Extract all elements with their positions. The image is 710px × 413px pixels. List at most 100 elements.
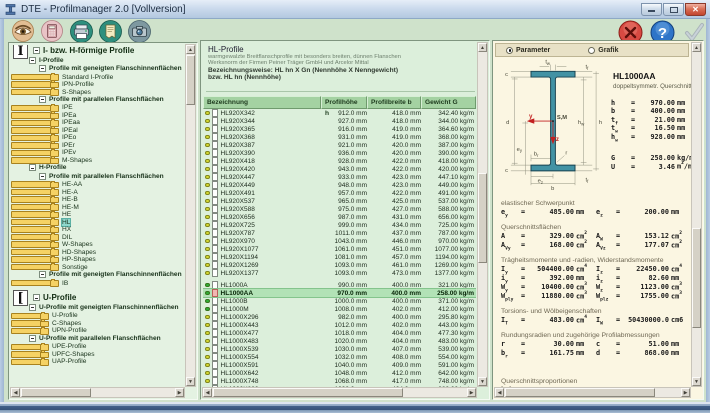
tree-horizontal-scrollbar[interactable]: ◀ ▶ xyxy=(10,387,185,398)
tree-item-u-profile-mit-parallelen-flanschfl-chen[interactable]: U-Profile mit parallelen Flanschflächen xyxy=(11,334,184,342)
profile-row-hl1000x591[interactable]: HL1000X5911040.0 mm409.0 mm591.00 kg/m xyxy=(203,361,476,369)
scroll-left-icon[interactable]: ◀ xyxy=(11,388,20,397)
profile-row-hl920x344[interactable]: HL920X344927.0 mm418.0 mm344.00 kg/m xyxy=(203,117,476,125)
profile-row-hl920x1077[interactable]: HL920X10771061.0 mm451.0 mm1077.00 kg/m xyxy=(203,245,476,253)
tree-item-he-m[interactable]: HE-M xyxy=(11,204,51,211)
tree-item-hp-shapes[interactable]: HP-Shapes xyxy=(11,256,51,263)
tree-item-i-bzw-h-f-rmige-profile[interactable]: II- bzw. H-förmige Profile xyxy=(11,45,184,56)
profile-row-hl920x449[interactable]: HL920X449948.0 mm423.0 mm449.00 kg/m xyxy=(203,181,476,189)
list-vertical-scrollbar[interactable]: ▲ ▼ xyxy=(477,42,488,387)
tree-item-i-profile[interactable]: I-Profile xyxy=(11,56,184,64)
column-header-profilhoehe[interactable]: Profilhöhe h xyxy=(321,96,367,109)
scroll-thumb[interactable] xyxy=(505,388,655,397)
profile-row-hl920x420[interactable]: HL920X420943.0 mm422.0 mm420.00 kg/m xyxy=(203,165,476,173)
tree-item-profile-mit-geneigten-flanschinnenfl-chen[interactable]: Profile mit geneigten Flanschinnenfläche… xyxy=(11,64,184,72)
scroll-left-icon[interactable]: ◀ xyxy=(495,388,504,397)
profile-row-hl920x491[interactable]: HL920X491957.0 mm422.0 mm491.00 kg/m xyxy=(203,189,476,197)
tree-item-profile-mit-geneigten-flanschinnenfl-chen[interactable]: Profile mit geneigten Flanschinnenfläche… xyxy=(11,270,184,278)
tree-item-uap-profile[interactable]: UAP-Profile xyxy=(11,359,41,366)
tree-item-dil[interactable]: DIL xyxy=(11,234,51,241)
maximize-button[interactable] xyxy=(663,3,684,16)
scroll-right-icon[interactable]: ▶ xyxy=(681,388,690,397)
profile-row-hl1000x539[interactable]: HL1000X5391030.0 mm407.0 mm539.00 kg/m xyxy=(203,345,476,353)
close-button[interactable]: ✕ xyxy=(685,3,706,16)
scroll-thumb[interactable] xyxy=(186,55,195,105)
expander-minus-icon[interactable] xyxy=(29,335,36,342)
profile-row-hl920x588[interactable]: HL920X588975.0 mm427.0 mm588.00 kg/m xyxy=(203,205,476,213)
tree-item-h-profile[interactable]: H-Profile xyxy=(11,164,184,172)
scroll-thumb[interactable] xyxy=(692,228,701,328)
tree-item-he-b[interactable]: HE-B xyxy=(11,196,51,203)
profile-row-hl920x656[interactable]: HL920X656987.0 mm431.0 mm656.00 kg/m xyxy=(203,213,476,221)
profile-row-hl1000x642[interactable]: HL1000X6421048.0 mm412.0 mm642.00 kg/m xyxy=(203,369,476,377)
profile-row-hl920x725[interactable]: HL920X725999.0 mm434.0 mm725.00 kg/m xyxy=(203,221,476,229)
tree-item-he[interactable]: HE xyxy=(11,211,51,218)
scroll-right-icon[interactable]: ▶ xyxy=(175,388,184,397)
profile-row-hl920x387[interactable]: HL920X387921.0 mm420.0 mm387.00 kg/m xyxy=(203,141,476,149)
profile-row-hl1000a[interactable]: HL1000A990.0 mm400.0 mm321.00 kg/m xyxy=(203,281,476,289)
detail-vertical-scrollbar[interactable]: ▲ ▼ xyxy=(691,42,702,387)
profile-row-hl920x970[interactable]: HL920X9701043.0 mm446.0 mm970.00 kg/m xyxy=(203,237,476,245)
tree-item-profile-mit-parallelen-flanschfl-chen[interactable]: Profile mit parallelen Flanschflächen xyxy=(11,172,184,180)
view-button[interactable] xyxy=(12,20,34,42)
profile-row-hl1000x296[interactable]: HL1000X296982.0 mm400.0 mm295.80 kg/m xyxy=(203,313,476,321)
expander-minus-icon[interactable] xyxy=(39,65,46,72)
column-header-profilbreite[interactable]: Profilbreite b xyxy=(367,96,421,109)
tree-item-ipev[interactable]: IPEv xyxy=(11,150,51,157)
scroll-up-icon[interactable]: ▲ xyxy=(478,43,487,52)
profile-row-hl920x537[interactable]: HL920X537965.0 mm425.0 mm537.00 kg/m xyxy=(203,197,476,205)
scroll-left-icon[interactable]: ◀ xyxy=(203,388,212,397)
tree-item-profile-mit-parallelen-flanschfl-chen[interactable]: Profile mit parallelen Flanschflächen xyxy=(11,95,184,103)
cancel-button[interactable] xyxy=(618,20,640,42)
expander-minus-icon[interactable] xyxy=(33,47,40,54)
tree-item-upfc-shapes[interactable]: UPFC-Shapes xyxy=(11,351,41,358)
tree-item-ipea[interactable]: IPEa xyxy=(11,112,51,119)
expander-minus-icon[interactable] xyxy=(33,294,40,301)
profile-row-hl1000aa[interactable]: HL1000AA970.0 mm400.0 mm258.00 kg/m xyxy=(203,289,476,297)
print-button[interactable] xyxy=(70,20,92,42)
tree-item-ipeo[interactable]: IPEo xyxy=(11,135,51,142)
tree-item-hd-shapes[interactable]: HD-Shapes xyxy=(11,249,51,256)
scroll-thumb[interactable] xyxy=(478,173,487,263)
tree-item-ipeal[interactable]: IPEal xyxy=(11,127,51,134)
scroll-up-icon[interactable]: ▲ xyxy=(186,45,195,54)
expander-minus-icon[interactable] xyxy=(29,304,36,311)
expander-minus-icon[interactable] xyxy=(39,271,46,278)
scroll-thumb[interactable] xyxy=(21,388,91,397)
tree-item-ipn-profile[interactable]: IPN-Profile xyxy=(11,81,51,88)
calculator-button[interactable] xyxy=(41,20,63,42)
tree-item-u-profile-mit-geneigten-flanschinnenfl-chen[interactable]: U-Profile mit geneigten Flanschinnenfläc… xyxy=(11,303,184,311)
tree-item-upe-profile[interactable]: UPE-Profile xyxy=(11,344,41,351)
scroll-down-icon[interactable]: ▼ xyxy=(478,377,487,386)
column-header-gewicht[interactable]: Gewicht G xyxy=(421,96,476,109)
tree-item-w-shapes[interactable]: W-Shapes xyxy=(11,241,51,248)
tree-item-standard-i-profile[interactable]: Standard I-Profile xyxy=(11,74,51,81)
profile-row-hl1000x748[interactable]: HL1000X7481068.0 mm417.0 mm748.00 kg/m xyxy=(203,377,476,385)
tree-item-u-profile[interactable]: U-Profile xyxy=(11,313,41,320)
tree-item-hx[interactable]: HX xyxy=(11,226,51,233)
profile-row-hl920x365[interactable]: HL920X365916.0 mm419.0 mm364.60 kg/m xyxy=(203,125,476,133)
scroll-down-icon[interactable]: ▼ xyxy=(692,377,701,386)
column-header-bezeichnung[interactable]: Bezeichnung xyxy=(203,96,321,109)
list-horizontal-scrollbar[interactable]: ◀ ▶ xyxy=(202,387,477,398)
profile-row-hl1000x443[interactable]: HL1000X4431012.0 mm402.0 mm443.00 kg/m xyxy=(203,321,476,329)
profile-row-hl920x390[interactable]: HL920X390936.0 mm420.0 mm390.00 kg/m xyxy=(203,149,476,157)
tree-item-u-profile[interactable]: [U-Profile xyxy=(11,292,184,303)
expander-minus-icon[interactable] xyxy=(29,57,36,64)
profile-row-hl1000x554[interactable]: HL1000X5541032.0 mm408.0 mm554.00 kg/m xyxy=(203,353,476,361)
tree-item-iper[interactable]: IPEr xyxy=(11,142,51,149)
help-button[interactable]: ? xyxy=(650,20,672,42)
scroll-down-icon[interactable]: ▼ xyxy=(186,377,195,386)
confirm-button[interactable] xyxy=(682,20,704,42)
profile-row-hl920x1377[interactable]: HL920X13771093.0 mm473.0 mm1377.00 kg/m xyxy=(203,269,476,277)
scroll-up-icon[interactable]: ▲ xyxy=(692,43,701,52)
profile-row-hl1000x483[interactable]: HL1000X4831020.0 mm404.0 mm483.00 kg/m xyxy=(203,337,476,345)
profile-row-hl1000m[interactable]: HL1000M1008.0 mm402.0 mm412.00 kg/m xyxy=(203,305,476,313)
profile-row-hl920x1194[interactable]: HL920X11941081.0 mm457.0 mm1194.00 kg/m xyxy=(203,253,476,261)
radio-parameter[interactable]: Parameter xyxy=(506,47,550,54)
profile-row-hl1000x477[interactable]: HL1000X4771018.0 mm404.0 mm477.30 kg/m xyxy=(203,329,476,337)
scroll-thumb[interactable] xyxy=(213,388,403,397)
profile-row-hl920x342[interactable]: HL920X342912.0 mm418.0 mm342.40 kg/m xyxy=(203,109,476,117)
tree-item-he-a[interactable]: HE-A xyxy=(11,189,51,196)
profile-row-hl920x418[interactable]: HL920X418928.0 mm422.0 mm418.00 kg/m xyxy=(203,157,476,165)
